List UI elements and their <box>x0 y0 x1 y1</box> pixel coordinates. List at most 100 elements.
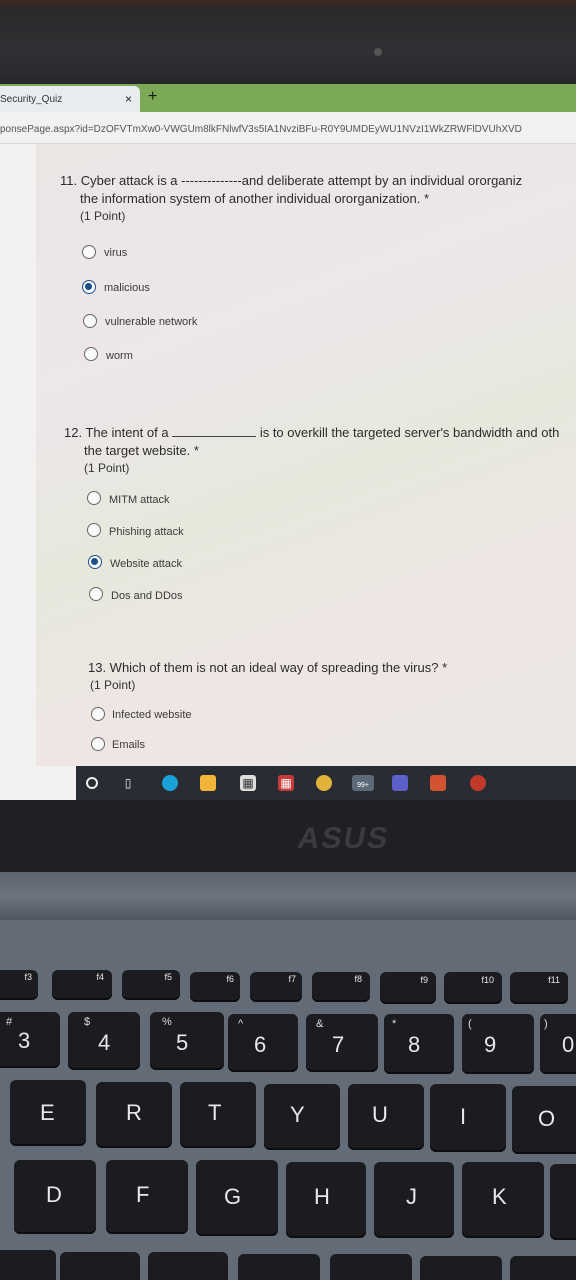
laptop-hinge <box>0 872 576 920</box>
radio-button-selected[interactable] <box>88 555 102 569</box>
question-12-points: (1 Point) <box>84 461 130 475</box>
key-o[interactable]: O <box>512 1086 576 1154</box>
option-label: Phishing attack <box>109 526 184 538</box>
key-i[interactable]: I <box>430 1084 506 1152</box>
key-f4[interactable]: f4 <box>52 970 112 1000</box>
option-label: MITM attack <box>109 494 170 506</box>
search-icon[interactable] <box>86 777 98 789</box>
key-g[interactable]: G <box>196 1160 278 1236</box>
key-partial-bottom-2[interactable] <box>60 1252 140 1280</box>
key-partial-bottom-6[interactable] <box>420 1256 502 1280</box>
key-0[interactable]: ) 0 <box>540 1014 576 1074</box>
task-view-icon[interactable]: ▯ <box>120 775 136 791</box>
key-4[interactable]: $ 4 <box>68 1012 140 1070</box>
radio-button-selected[interactable] <box>82 280 96 294</box>
app-icon[interactable] <box>470 775 486 791</box>
question-11-text-line1: 11. Cyber attack is a --------------and … <box>60 173 523 188</box>
question-13-text-line1: 13. Which of them is not an ideal way of… <box>88 660 448 675</box>
key-3[interactable]: # 3 <box>0 1012 60 1068</box>
key-f8[interactable]: f8 <box>312 972 370 1002</box>
key-d[interactable]: D <box>14 1160 96 1234</box>
option-label: malicious <box>104 282 150 294</box>
key-7[interactable]: & 7 <box>306 1014 378 1072</box>
question-11: 11. Cyber attack is a --------------and … <box>60 172 522 223</box>
key-t[interactable]: T <box>180 1082 256 1148</box>
brand-logo: ASUS <box>295 822 393 855</box>
tab-title: Security_Quiz <box>0 94 63 105</box>
key-f5[interactable]: f5 <box>122 970 180 1000</box>
option-label: Infected website <box>112 709 192 721</box>
key-partial-bottom-1[interactable] <box>0 1250 56 1280</box>
gift-icon[interactable]: ▦ <box>278 775 294 791</box>
question-11-points: (1 Point) <box>80 209 126 223</box>
browser-tab[interactable]: Security_Quiz × <box>0 86 140 112</box>
laptop-bezel <box>0 800 576 872</box>
key-5[interactable]: % 5 <box>150 1012 224 1070</box>
key-f11[interactable]: f11 <box>510 972 568 1004</box>
taskbar-left-gap <box>0 766 76 800</box>
question-11-text-line2: the information system of another indivi… <box>80 191 430 206</box>
key-r[interactable]: R <box>96 1082 172 1148</box>
page-left-margin <box>0 144 36 766</box>
key-f9[interactable]: f9 <box>380 972 436 1004</box>
key-e[interactable]: E <box>10 1080 86 1146</box>
radio-button[interactable] <box>84 347 98 361</box>
question-13-points: (1 Point) <box>90 678 136 692</box>
key-f3[interactable]: f3 <box>0 970 38 1000</box>
radio-button[interactable] <box>91 737 105 751</box>
key-h[interactable]: H <box>286 1162 366 1238</box>
webcam <box>374 48 382 56</box>
option-label: Website attack <box>110 558 182 570</box>
key-j[interactable]: J <box>374 1162 454 1238</box>
laptop-screen: Security_Quiz × + ponsePage.aspx?id=DzOF… <box>0 84 576 800</box>
radio-button[interactable] <box>82 245 96 259</box>
windows-taskbar: ▯ ▦ ▦ 99+ <box>0 766 576 800</box>
key-8[interactable]: * 8 <box>384 1014 454 1074</box>
chrome-icon[interactable] <box>316 775 332 791</box>
key-partial-l[interactable] <box>550 1164 576 1240</box>
key-partial-bottom-7[interactable] <box>510 1256 576 1280</box>
key-partial-bottom-3[interactable] <box>148 1252 228 1280</box>
key-y[interactable]: Y <box>264 1084 340 1150</box>
store-icon[interactable]: ▦ <box>240 775 256 791</box>
question-12: 12. The intent of a is to overkill the t… <box>64 424 559 475</box>
radio-button[interactable] <box>83 314 97 328</box>
radio-button[interactable] <box>89 587 103 601</box>
question-13: 13. Which of them is not an ideal way of… <box>88 659 447 692</box>
question-12-text-line2: the target website. * <box>84 443 199 458</box>
key-u[interactable]: U <box>348 1084 424 1150</box>
option-label: vulnerable network <box>105 316 198 328</box>
radio-button[interactable] <box>87 491 101 505</box>
option-label: worm <box>106 350 133 362</box>
edge-icon[interactable] <box>162 775 178 791</box>
option-label: Emails <box>112 739 146 751</box>
key-partial-bottom-5[interactable] <box>330 1254 412 1280</box>
new-tab-button[interactable]: + <box>148 88 157 106</box>
key-f10[interactable]: f10 <box>444 972 502 1004</box>
laptop-lid-top <box>0 0 576 84</box>
mail-icon[interactable]: 99+ <box>352 775 374 791</box>
browser-tab-bar: Security_Quiz × + <box>0 84 576 112</box>
mail-badge: 99+ <box>357 782 369 789</box>
address-bar[interactable]: ponsePage.aspx?id=DzOFVTmXw0-VWGUm8lkFNl… <box>0 112 576 144</box>
key-6[interactable]: ^ 6 <box>228 1014 298 1072</box>
file-explorer-icon[interactable] <box>200 775 216 791</box>
option-label: virus <box>104 247 128 259</box>
key-f[interactable]: F <box>106 1160 188 1234</box>
fill-in-blank <box>172 425 257 437</box>
powerpoint-icon[interactable] <box>430 775 446 791</box>
key-9[interactable]: ( 9 <box>462 1014 534 1074</box>
url-text: ponsePage.aspx?id=DzOFVTmXw0-VWGUm8lkFNl… <box>0 124 522 135</box>
question-12-text-suffix: is to overkill the targeted server's ban… <box>259 425 560 440</box>
question-12-text-line1: 12. The intent of a is to overkill the t… <box>64 424 559 442</box>
key-k[interactable]: K <box>462 1162 544 1238</box>
tab-close-icon[interactable]: × <box>125 92 132 106</box>
radio-button[interactable] <box>87 523 101 537</box>
key-f7[interactable]: f7 <box>250 972 302 1002</box>
teams-icon[interactable] <box>392 775 408 791</box>
key-f6[interactable]: f6 <box>190 972 240 1002</box>
key-partial-bottom-4[interactable] <box>238 1254 320 1280</box>
option-label: Dos and DDos <box>111 590 183 602</box>
radio-button[interactable] <box>91 707 105 721</box>
question-12-text-prefix: 12. The intent of a <box>64 425 169 440</box>
